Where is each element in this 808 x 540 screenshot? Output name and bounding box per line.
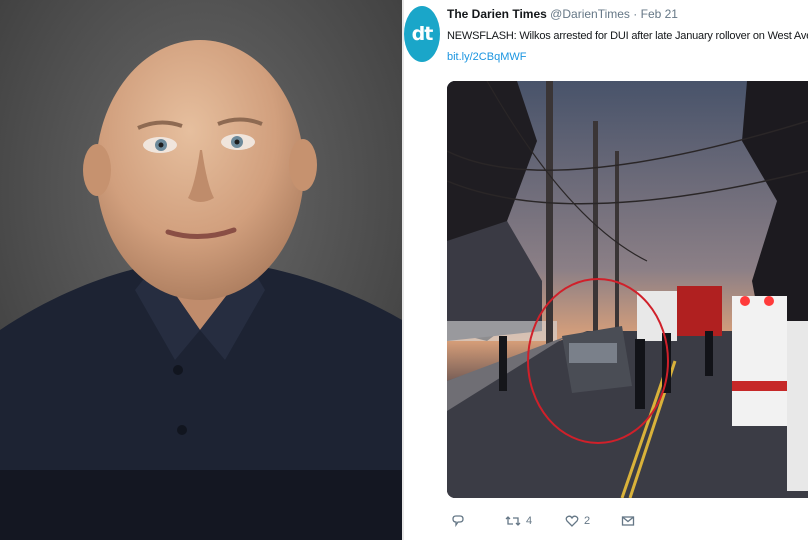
envelope-icon <box>621 516 635 526</box>
mugshot-photo <box>0 0 402 540</box>
tweet-text: NEWSFLASH: Wilkos arrested for DUI after… <box>447 30 808 42</box>
user-handle[interactable]: @DarienTimes <box>550 7 630 21</box>
like-button[interactable]: 2 <box>565 514 590 528</box>
retweet-icon <box>505 516 521 526</box>
tweet-header: The Darien Times @DarienTimes · Feb 21 <box>447 7 678 21</box>
avatar-text: dt <box>411 23 434 45</box>
heart-icon <box>565 515 579 527</box>
profile-avatar[interactable]: dt <box>404 6 440 62</box>
retweet-count: 4 <box>526 515 533 527</box>
tweet-photo[interactable] <box>447 81 808 498</box>
separator-dot: · <box>633 7 638 21</box>
tweet-date[interactable]: Feb 21 <box>641 7 678 21</box>
like-count: 2 <box>584 515 591 527</box>
tweet-link[interactable]: bit.ly/2CBqMWF <box>447 51 526 63</box>
accident-scene-illustration <box>447 81 808 498</box>
reply-icon <box>452 515 464 528</box>
tweet-actions: 4 2 <box>447 514 808 536</box>
mugshot-illustration <box>0 0 402 540</box>
display-name[interactable]: The Darien Times <box>447 7 547 21</box>
direct-message-button[interactable] <box>621 514 635 528</box>
reply-button[interactable] <box>451 514 465 528</box>
retweet-button[interactable]: 4 <box>505 514 532 528</box>
